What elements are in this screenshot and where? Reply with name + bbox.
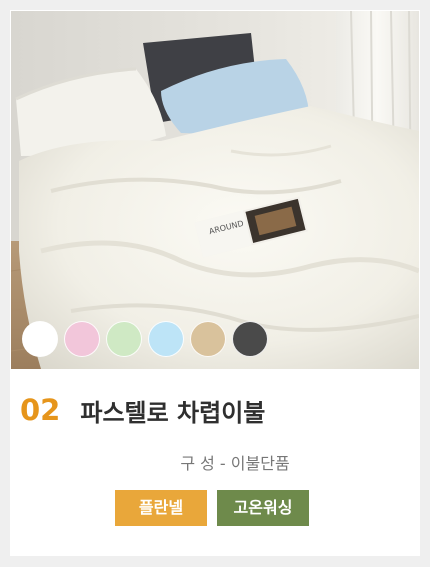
swatch-sky-blue[interactable]	[148, 321, 184, 357]
swatch-white[interactable]	[22, 321, 58, 357]
product-photo[interactable]: AROUND	[11, 11, 419, 369]
product-title[interactable]: 파스텔로 차렵이불	[80, 393, 265, 428]
swatch-mint[interactable]	[106, 321, 142, 357]
feature-tags: 플란넬 고온워싱	[115, 490, 309, 526]
color-swatches	[22, 321, 268, 359]
product-number: 02	[20, 393, 61, 427]
product-title-row: 02 파스텔로 차렵이불	[20, 390, 265, 430]
swatch-pink[interactable]	[64, 321, 100, 357]
bedding-image: AROUND	[11, 11, 419, 369]
swatch-charcoal[interactable]	[232, 321, 268, 357]
tag-high-temp-washing: 고온워싱	[217, 490, 309, 526]
product-composition: 구 성 - 이불단품	[180, 454, 290, 473]
product-card[interactable]: AROUND 02 파스텔로 차렵이불 구 성 - 이불단품 플란넬 고온워싱	[10, 10, 420, 556]
tag-flannel: 플란넬	[115, 490, 207, 526]
swatch-beige[interactable]	[190, 321, 226, 357]
